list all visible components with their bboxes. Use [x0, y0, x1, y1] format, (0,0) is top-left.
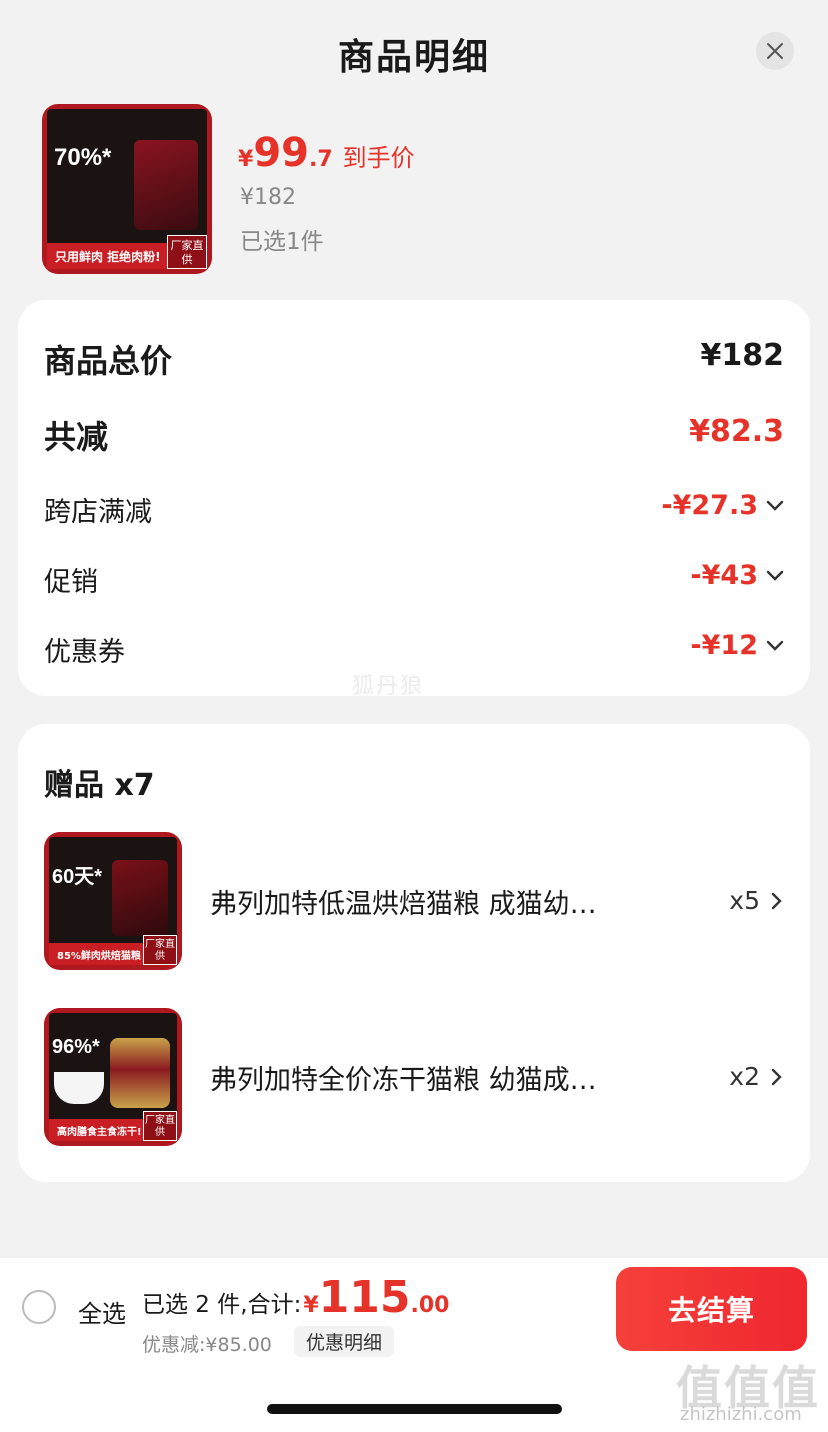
reduce-amount: ¥82.3 [689, 414, 784, 449]
watermark-center: 狐丹狼 [352, 674, 425, 699]
original-price: ¥182 [240, 185, 296, 210]
cross-store-discount-label: 跨店满减 [44, 497, 152, 528]
product-detail-sheet: 商品明细 70%* 只用鲜肉 拒绝肉粉! 厂家直供 ¥99.7 到手价 ¥182 … [0, 0, 828, 1432]
total-integer: 115 [318, 1272, 411, 1323]
gift-thumb-percent: 60天* [52, 866, 103, 888]
gift-quantity: x5 [729, 886, 784, 915]
watermark-url: zhizhizhi.com [680, 1404, 802, 1425]
close-icon [767, 43, 783, 59]
total-summary-label: 已选 2 件,合计: [142, 1292, 302, 1318]
total-decimal: .00 [410, 1293, 450, 1318]
chevron-right-icon [771, 1068, 782, 1085]
promotion-value: -¥43 [690, 560, 758, 591]
checkout-bar: 全选 已选 2 件,合计: ¥115.00 优惠减:¥85.00 优惠明细 去结算 [0, 1258, 828, 1360]
gift-name: 弗列加特全价冻干猫粮 幼猫成… [210, 1065, 597, 1096]
gift-bag-graphic [112, 860, 168, 936]
final-price: ¥99.7 到手价 [238, 130, 415, 176]
gift-can-graphic [110, 1038, 170, 1108]
gifts-card: 赠品 x7 60天* 85%鲜肉烘焙猫粮 厂家直供 弗列加特低温烘焙猫粮 成猫幼… [18, 724, 810, 1182]
checkout-button[interactable]: 去结算 [616, 1267, 807, 1351]
promotion-row[interactable]: -¥43 [690, 560, 784, 591]
coupon-row[interactable]: -¥12 [690, 630, 784, 661]
selected-count: 已选1件 [240, 229, 324, 255]
select-all-radio[interactable] [22, 1290, 56, 1324]
product-image[interactable]: 70%* 只用鲜肉 拒绝肉粉! 厂家直供 [42, 104, 212, 274]
total-summary: 已选 2 件,合计: ¥115.00 [142, 1272, 449, 1323]
gift-quantity-text: x2 [729, 1062, 760, 1091]
gift-quantity-text: x5 [729, 886, 760, 915]
product-thumb-badge: 厂家直供 [167, 235, 207, 269]
gift-bowl-graphic [54, 1072, 104, 1104]
gift-thumb-badge: 厂家直供 [143, 935, 177, 965]
gift-name: 弗列加特低温烘焙猫粮 成猫幼… [210, 889, 597, 920]
price-label: 到手价 [342, 144, 415, 172]
gift-quantity: x2 [729, 1062, 784, 1091]
price-decimal: .7 [308, 147, 333, 172]
gift-item[interactable]: 96%* 高肉膳食主食冻干! 厂家直供 弗列加特全价冻干猫粮 幼猫成… x2 [18, 1008, 810, 1148]
reduce-value: ¥82.3 [689, 414, 784, 449]
reduce-label: 共减 [44, 418, 109, 456]
product-thumb-percent: 70%* [54, 144, 112, 171]
discount-text: 优惠减:¥85.00 [142, 1334, 272, 1356]
gifts-title: 赠品 x7 [44, 768, 155, 803]
gift-item[interactable]: 60天* 85%鲜肉烘焙猫粮 厂家直供 弗列加特低温烘焙猫粮 成猫幼… x5 [18, 832, 810, 972]
chevron-down-icon [766, 640, 784, 651]
close-button[interactable] [756, 32, 794, 70]
price-integer: 99 [253, 130, 309, 176]
price-summary-card: 商品总价 ¥182 共减 ¥82.3 跨店满减 -¥27.3 促销 -¥43 优… [18, 300, 810, 696]
page-title: 商品明细 [337, 37, 490, 78]
total-price-amount: ¥182 [700, 338, 785, 373]
gift-thumb-badge: 厂家直供 [143, 1111, 177, 1141]
total-price-label: 商品总价 [44, 342, 173, 380]
promotion-label: 促销 [44, 567, 98, 598]
coupon-label: 优惠券 [44, 637, 125, 668]
chevron-down-icon [766, 570, 784, 581]
gift-image: 60天* 85%鲜肉烘焙猫粮 厂家直供 [44, 832, 182, 970]
discount-detail-button[interactable]: 优惠明细 [294, 1326, 395, 1357]
select-all-label[interactable]: 全选 [78, 1294, 126, 1329]
coupon-value: -¥12 [690, 630, 758, 661]
cross-store-discount-row[interactable]: -¥27.3 [661, 490, 784, 521]
product-bag-graphic [134, 140, 198, 230]
price-symbol: ¥ [238, 147, 254, 172]
total-price-value: ¥182 [701, 338, 785, 373]
gift-image: 96%* 高肉膳食主食冻干! 厂家直供 [44, 1008, 182, 1146]
chevron-right-icon [771, 892, 782, 909]
home-indicator[interactable] [267, 1404, 562, 1414]
total-symbol: ¥ [303, 1293, 319, 1318]
gift-thumb-percent: 96%* [52, 1036, 100, 1058]
chevron-down-icon [766, 500, 784, 511]
cross-store-discount-value: -¥27.3 [661, 490, 758, 521]
